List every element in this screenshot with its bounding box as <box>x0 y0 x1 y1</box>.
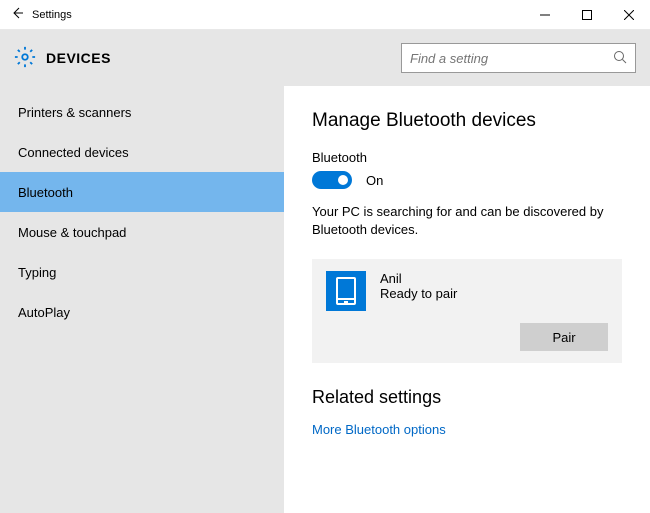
maximize-button[interactable] <box>566 1 608 29</box>
header: DEVICES <box>0 30 650 86</box>
sidebar: Printers & scanners Connected devices Bl… <box>0 86 284 513</box>
minimize-button[interactable] <box>524 1 566 29</box>
sidebar-item-bluetooth[interactable]: Bluetooth <box>0 172 284 212</box>
related-settings-title: Related settings <box>312 387 622 408</box>
sidebar-item-printers[interactable]: Printers & scanners <box>0 92 284 132</box>
sidebar-item-label: Bluetooth <box>18 185 73 200</box>
sidebar-item-mouse[interactable]: Mouse & touchpad <box>0 212 284 252</box>
more-bluetooth-options-link[interactable]: More Bluetooth options <box>312 422 622 437</box>
sidebar-item-autoplay[interactable]: AutoPlay <box>0 292 284 332</box>
search-input[interactable] <box>410 51 613 66</box>
sidebar-item-label: Typing <box>18 265 56 280</box>
device-info: Anil Ready to pair <box>380 271 608 301</box>
sidebar-item-typing[interactable]: Typing <box>0 252 284 292</box>
window-controls <box>524 1 650 29</box>
sidebar-item-label: Connected devices <box>18 145 129 160</box>
device-card[interactable]: Anil Ready to pair Pair <box>312 259 622 363</box>
close-button[interactable] <box>608 1 650 29</box>
pair-button[interactable]: Pair <box>520 323 608 351</box>
info-text: Your PC is searching for and can be disc… <box>312 203 622 239</box>
back-arrow-icon[interactable] <box>10 6 24 23</box>
content: Manage Bluetooth devices Bluetooth On Yo… <box>284 86 650 513</box>
device-status: Ready to pair <box>380 286 608 301</box>
sidebar-item-label: Printers & scanners <box>18 105 131 120</box>
main: Printers & scanners Connected devices Bl… <box>0 86 650 513</box>
search-box[interactable] <box>401 43 636 73</box>
titlebar: Settings <box>0 0 650 30</box>
device-name: Anil <box>380 271 608 286</box>
toggle-row: On <box>312 171 622 189</box>
titlebar-title: Settings <box>32 9 72 21</box>
pair-row: Pair <box>326 323 608 351</box>
gear-icon <box>14 46 36 71</box>
device-row: Anil Ready to pair <box>326 271 608 311</box>
toggle-thumb <box>338 175 348 185</box>
sidebar-item-connected-devices[interactable]: Connected devices <box>0 132 284 172</box>
sidebar-item-label: Mouse & touchpad <box>18 225 126 240</box>
phone-icon <box>326 271 366 311</box>
toggle-state-label: On <box>366 173 383 188</box>
bluetooth-toggle[interactable] <box>312 171 352 189</box>
bluetooth-label: Bluetooth <box>312 150 622 165</box>
sidebar-item-label: AutoPlay <box>18 305 70 320</box>
search-icon <box>613 50 627 67</box>
page-title: Manage Bluetooth devices <box>312 110 622 132</box>
header-title: DEVICES <box>46 50 111 66</box>
